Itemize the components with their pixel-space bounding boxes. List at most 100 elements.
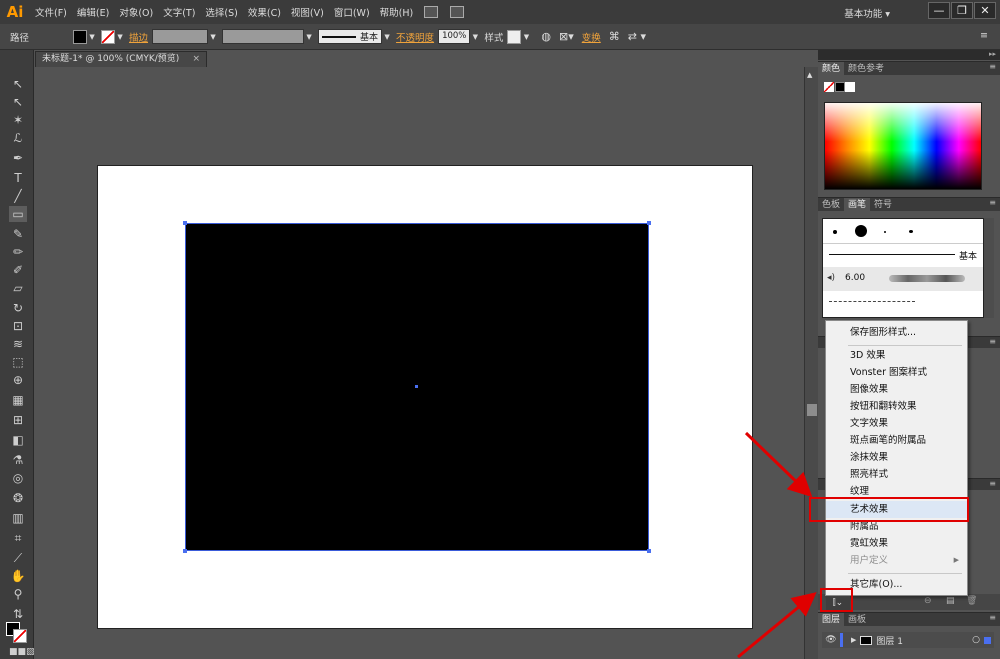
default-colors-icon[interactable]: ⇅	[9, 606, 27, 622]
recolor-icon[interactable]: ◍	[541, 30, 551, 43]
column-graph-tool-icon[interactable]: ▥	[9, 510, 27, 526]
anchor-point-bottom-right[interactable]	[647, 549, 651, 553]
visibility-eye-icon[interactable]: 👁	[822, 635, 840, 645]
pencil-tool-icon[interactable]: ✏	[9, 244, 27, 260]
rectangle-tool-icon[interactable]: ▭	[9, 206, 27, 222]
perspective-grid-tool-icon[interactable]: ▦	[9, 392, 27, 408]
brush-panel-scrollbar[interactable]	[984, 218, 994, 318]
menu-item-buttons-rollovers[interactable]: 按钮和翻转效果	[826, 398, 967, 415]
tab-artboards[interactable]: 画板	[844, 613, 870, 627]
menu-item-vonster-patterns[interactable]: Vonster 图案样式	[826, 364, 967, 381]
paintbrush-tool-icon[interactable]: ✎	[9, 226, 27, 242]
brush-oval[interactable]	[909, 230, 913, 233]
tab-layers[interactable]: 图层	[818, 612, 845, 627]
menu-item-user-defined[interactable]: 用户定义 ▶	[826, 552, 967, 569]
hand-tool-icon[interactable]: ✋	[9, 568, 27, 584]
tab-swatches[interactable]: 色板	[818, 198, 844, 212]
eraser-tool-icon[interactable]: ▱	[9, 280, 27, 296]
slice-tool-icon[interactable]: ⟋	[9, 550, 27, 566]
mesh-tool-icon[interactable]: ⊞	[9, 412, 27, 428]
free-transform-tool-icon[interactable]: ⬚	[9, 354, 27, 370]
minimize-button[interactable]: —	[928, 2, 950, 19]
anchor-point-bottom-left[interactable]	[183, 549, 187, 553]
brush-definition-field[interactable]: 基本	[318, 29, 383, 44]
bridge-icon[interactable]	[424, 6, 439, 18]
scrollbar-thumb[interactable]	[807, 404, 817, 416]
menu-window[interactable]: 窗口(W)	[329, 5, 375, 19]
menu-item-3d-effects[interactable]: 3D 效果	[826, 347, 967, 364]
dashed-brush-preview[interactable]	[829, 301, 915, 302]
document-tab[interactable]: 未标题-1* @ 100% (CMYK/预览) ×	[35, 51, 207, 67]
gradient-tool-icon[interactable]: ◧	[9, 432, 27, 448]
stroke-dropdown-icon[interactable]: ▼	[115, 30, 125, 44]
rotate-tool-icon[interactable]: ↻	[9, 300, 27, 316]
graphic-style-dropdown-icon[interactable]: ▼	[521, 30, 531, 44]
menu-item-scribble-effects[interactable]: 涂抹效果	[826, 449, 967, 466]
menu-type[interactable]: 文字(T)	[158, 5, 200, 19]
brush-definition-dropdown-icon[interactable]: ▼	[382, 30, 392, 44]
white-color-swatch[interactable]	[845, 82, 855, 92]
stroke-weight-field[interactable]	[152, 29, 209, 44]
close-tab-icon[interactable]: ×	[192, 52, 200, 67]
shape-builder-tool-icon[interactable]: ⊕	[9, 372, 27, 388]
restore-button[interactable]: ❐	[951, 2, 973, 19]
color-mode-icons[interactable]: ■■▨	[9, 644, 35, 659]
collapse-dock-icon[interactable]: ▸▸	[989, 50, 996, 58]
color-spectrum[interactable]	[824, 102, 982, 190]
zoom-tool-icon[interactable]: ⚲	[9, 586, 27, 602]
brush-large-round[interactable]	[855, 225, 867, 237]
fill-dropdown-icon[interactable]: ▼	[87, 30, 97, 44]
menu-item-neon-effects[interactable]: 霓虹效果	[826, 535, 967, 552]
stroke-weight-dropdown-icon[interactable]: ▼	[208, 30, 218, 44]
type-tool-icon[interactable]: T	[9, 170, 27, 186]
stroke-swatch[interactable]	[101, 29, 116, 44]
tab-symbols[interactable]: 符号	[870, 198, 896, 212]
workspace-switcher[interactable]: 基本功能 ▾	[844, 6, 890, 20]
isolate-icon[interactable]: ⌘	[609, 30, 620, 43]
layer-selection-indicator[interactable]	[984, 636, 991, 644]
menu-item-blob-brush-accessories[interactable]: 斑点画笔的附属品	[826, 432, 967, 449]
brush-small-round[interactable]	[833, 230, 837, 234]
opacity-link[interactable]: 不透明度	[396, 30, 434, 44]
menu-help[interactable]: 帮助(H)	[375, 5, 419, 19]
opacity-field[interactable]: 100%	[438, 29, 471, 44]
opacity-dropdown-icon[interactable]: ▼	[470, 30, 480, 44]
tab-color[interactable]: 颜色	[818, 61, 845, 76]
layer-target-icon[interactable]: ○	[972, 635, 980, 645]
line-tool-icon[interactable]: ╱	[9, 188, 27, 204]
graphic-style-swatch[interactable]	[507, 29, 522, 44]
menu-object[interactable]: 对象(O)	[114, 5, 158, 19]
variable-width-field[interactable]	[222, 29, 305, 44]
menu-item-save-graphic-styles[interactable]: 保存图形样式...	[826, 324, 967, 341]
control-panel-menu-icon[interactable]: ≡	[980, 30, 988, 41]
layers-panel-menu-icon[interactable]: ≡	[989, 613, 996, 622]
symbol-sprayer-tool-icon[interactable]: ❂	[9, 490, 27, 506]
stroke-link[interactable]: 描边	[129, 30, 148, 44]
align-icon[interactable]: ⊠▾	[559, 30, 574, 43]
options-icon[interactable]: ⇄ ▾	[628, 30, 646, 43]
close-button[interactable]: ✕	[974, 2, 996, 19]
tab-color-guide[interactable]: 颜色参考	[844, 62, 888, 76]
menu-edit[interactable]: 编辑(E)	[72, 5, 114, 19]
layer-row[interactable]: 👁 ▶ 图层 1 ○	[822, 632, 994, 648]
pen-tool-icon[interactable]: ✒	[9, 150, 27, 166]
black-color-swatch[interactable]	[835, 82, 845, 92]
anchor-point-top-right[interactable]	[647, 221, 651, 225]
blend-tool-icon[interactable]: ◎	[9, 470, 27, 486]
scroll-up-icon[interactable]: ▲	[807, 71, 812, 79]
layer-name[interactable]: 图层 1	[876, 634, 903, 647]
arrange-documents-icon[interactable]	[450, 6, 465, 18]
menu-effect[interactable]: 效果(C)	[243, 5, 286, 19]
blob-brush-tool-icon[interactable]: ✐	[9, 262, 27, 278]
fill-swatch[interactable]	[73, 29, 88, 44]
menu-item-image-effects[interactable]: 图像效果	[826, 381, 967, 398]
menu-select[interactable]: 选择(S)	[200, 5, 242, 19]
magic-wand-tool-icon[interactable]: ✶	[9, 112, 27, 128]
menu-item-illuminate-styles[interactable]: 照亮样式	[826, 466, 967, 483]
stroke-color-box[interactable]	[13, 629, 27, 643]
menu-file[interactable]: 文件(F)	[30, 5, 72, 19]
pressure-brush-row[interactable]: ◂) 6.00	[823, 267, 983, 291]
delete-style-icon[interactable]: 🗑	[966, 596, 977, 606]
anchor-point-top-left[interactable]	[183, 221, 187, 225]
tab-brushes[interactable]: 画笔	[844, 197, 871, 212]
